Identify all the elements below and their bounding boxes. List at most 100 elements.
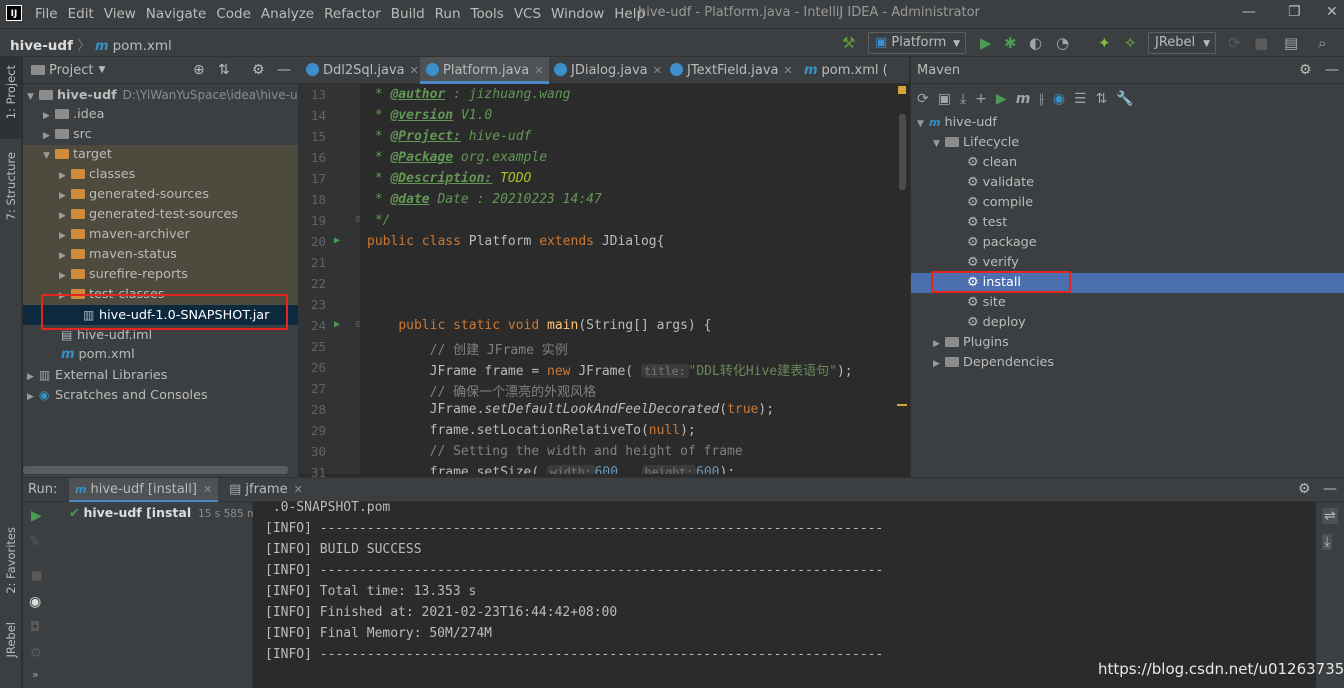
soft-wrap-icon[interactable]: ⇌ [1322, 508, 1338, 524]
gear-icon[interactable]: ⚙ [1298, 481, 1311, 497]
tree-item-target[interactable]: ▼ target [23, 145, 298, 165]
maven-goal-compile[interactable]: ⚙ compile [911, 193, 1344, 213]
tree-item-external-libraries[interactable]: ▶ ▥ External Libraries [23, 365, 298, 385]
generate-sources-icon[interactable]: ▣ [938, 91, 951, 107]
breadcrumb-file[interactable]: pom.xml [113, 38, 172, 54]
run-tree-item[interactable]: ✔ hive-udf [instal 15 s 585 ms [69, 505, 263, 520]
add-icon[interactable]: + [975, 91, 987, 107]
close-icon[interactable]: ✕ [410, 64, 419, 77]
tree-item-classes[interactable]: ▶ classes [23, 165, 298, 185]
tree-item-generated-sources[interactable]: ▶ generated-sources [23, 185, 298, 205]
maven-goal-validate[interactable]: ⚙ validate [911, 173, 1344, 193]
chevron-down-icon[interactable]: ▼ [98, 65, 105, 75]
tree-item-scratches[interactable]: ▶ ◉ Scratches and Consoles [23, 385, 298, 405]
editor-scrollbar[interactable] [897, 84, 909, 474]
scroll-to-end-icon[interactable]: ⤓ [1322, 534, 1333, 550]
profile-icon[interactable]: ◔ [1056, 34, 1069, 52]
tree-item-maven-archiver[interactable]: ▶ maven-archiver [23, 225, 298, 245]
gear-icon[interactable]: ⚙ [252, 62, 265, 78]
menu-analyze[interactable]: Analyze [261, 6, 314, 22]
menu-window[interactable]: Window [551, 6, 604, 22]
project-tool-button[interactable]: 1: Project [4, 65, 18, 119]
settings-icon[interactable]: ⚙ [30, 646, 42, 661]
run-tab-install[interactable]: m hive-udf [install] ✕ [69, 478, 219, 502]
warning-icon[interactable] [898, 86, 906, 94]
tab-platform[interactable]: Platform.java ✕ [420, 57, 550, 84]
maven-lifecycle[interactable]: ▼ Lifecycle [911, 133, 1344, 153]
locate-icon[interactable]: ⊕ [193, 62, 205, 78]
menu-tools[interactable]: Tools [471, 6, 504, 22]
run-gutter-icon[interactable]: ▶ [334, 319, 340, 330]
collapse-all-icon[interactable]: ⇅ [1096, 91, 1108, 107]
gear-icon[interactable]: ⚙ [1299, 57, 1312, 84]
project-panel-title[interactable]: Project [49, 63, 93, 78]
horizontal-scrollbar[interactable] [23, 466, 288, 474]
minimize-icon[interactable]: — [1242, 4, 1256, 20]
close-icon[interactable]: ✕ [534, 64, 543, 77]
show-dependencies-icon[interactable]: ☰ [1074, 91, 1087, 107]
tree-item-maven-status[interactable]: ▶ maven-status [23, 245, 298, 265]
tab-ddl2sql[interactable]: Ddl2Sql.java ✕ [306, 57, 419, 84]
tree-item-src[interactable]: ▶ src [23, 125, 298, 145]
tree-item-pom[interactable]: m pom.xml [23, 345, 298, 365]
scroll-thumb[interactable] [899, 114, 906, 190]
jrebel-debug-icon[interactable]: ✧ [1124, 34, 1137, 52]
tree-item-idea[interactable]: ▶ .idea [23, 105, 298, 125]
warning-marker[interactable] [897, 404, 907, 406]
tab-pom[interactable]: m pom.xml ( [804, 57, 888, 84]
menu-edit[interactable]: Edit [68, 6, 94, 22]
debug-icon[interactable]: ✱ [1004, 34, 1017, 52]
run-config-select[interactable]: ▣ Platform ▼ [868, 32, 966, 54]
menu-view[interactable]: View [104, 6, 136, 22]
menu-build[interactable]: Build [391, 6, 425, 22]
skip-tests-icon[interactable]: ⫲ [1039, 91, 1044, 107]
maven-goal-verify[interactable]: ⚙ verify [911, 253, 1344, 273]
coverage-icon[interactable]: ◐ [1029, 34, 1042, 52]
maven-goal-clean[interactable]: ⚙ clean [911, 153, 1344, 173]
menu-navigate[interactable]: Navigate [146, 6, 207, 22]
menu-vcs[interactable]: VCS [514, 6, 541, 22]
eye-icon[interactable]: ◉ [29, 594, 41, 610]
hide-icon[interactable]: — [277, 62, 291, 78]
maven-goal-package[interactable]: ⚙ package [911, 233, 1344, 253]
jrebel-run-icon[interactable]: ✦ [1098, 34, 1111, 52]
menu-run[interactable]: Run [435, 6, 461, 22]
maven-goal-deploy[interactable]: ⚙ deploy [911, 313, 1344, 333]
jrebel-update-icon[interactable]: ⟳ [1228, 34, 1241, 52]
breadcrumb-project[interactable]: hive-udf [10, 38, 73, 54]
close-icon[interactable]: ✕ [784, 64, 793, 77]
maven-goal-icon[interactable]: m [1016, 91, 1031, 107]
jrebel-select[interactable]: JRebel ▼ [1148, 32, 1216, 54]
offline-icon[interactable]: ◉ [1053, 91, 1065, 107]
run-gutter-icon[interactable]: ▶ [334, 235, 340, 246]
stop-icon[interactable]: ■ [1254, 34, 1268, 52]
run-icon[interactable]: ▶ [996, 91, 1007, 107]
tree-item-surefire-reports[interactable]: ▶ surefire-reports [23, 265, 298, 285]
tree-item-generated-test-sources[interactable]: ▶ generated-test-sources [23, 205, 298, 225]
camera-icon[interactable]: ◘ [30, 620, 40, 635]
project-structure-icon[interactable]: ▤ [1284, 34, 1298, 52]
maven-dependencies[interactable]: ▶ Dependencies [911, 353, 1344, 373]
rerun-icon[interactable]: ▶ [31, 508, 42, 524]
download-icon[interactable]: ⤓ [960, 91, 966, 107]
hide-icon[interactable]: — [1323, 481, 1337, 497]
hide-icon[interactable]: — [1325, 57, 1339, 84]
menu-code[interactable]: Code [216, 6, 251, 22]
wrench-icon[interactable]: 🔧 [1116, 91, 1133, 107]
hammer-icon[interactable]: ⚒ [842, 34, 855, 52]
tree-item-hive-udf[interactable]: ▼ hive-udf D:\YiWanYuSpace\idea\hive-ud [23, 85, 305, 105]
maven-plugins[interactable]: ▶ Plugins [911, 333, 1344, 353]
run-tab-jframe[interactable]: ▤ jframe ✕ [223, 478, 309, 502]
close-icon[interactable]: ✕ [653, 64, 662, 77]
favorites-tool-button[interactable]: 2: Favorites [4, 527, 18, 594]
close-icon[interactable]: ✕ [294, 483, 303, 496]
structure-tool-button[interactable]: 7: Structure [4, 152, 18, 220]
reload-icon[interactable]: ⟳ [917, 91, 929, 107]
menu-refactor[interactable]: Refactor [324, 6, 381, 22]
code-editor[interactable]: * @author : jizhuang.wang * @version V1.… [360, 84, 897, 474]
close-icon[interactable]: ✕ [1326, 4, 1338, 20]
collapse-all-icon[interactable]: ⇅ [218, 62, 230, 78]
tab-jdialog[interactable]: JDialog.java ✕ [554, 57, 662, 84]
stop-icon[interactable]: ■ [31, 568, 42, 582]
more-icon[interactable]: » [32, 668, 39, 681]
